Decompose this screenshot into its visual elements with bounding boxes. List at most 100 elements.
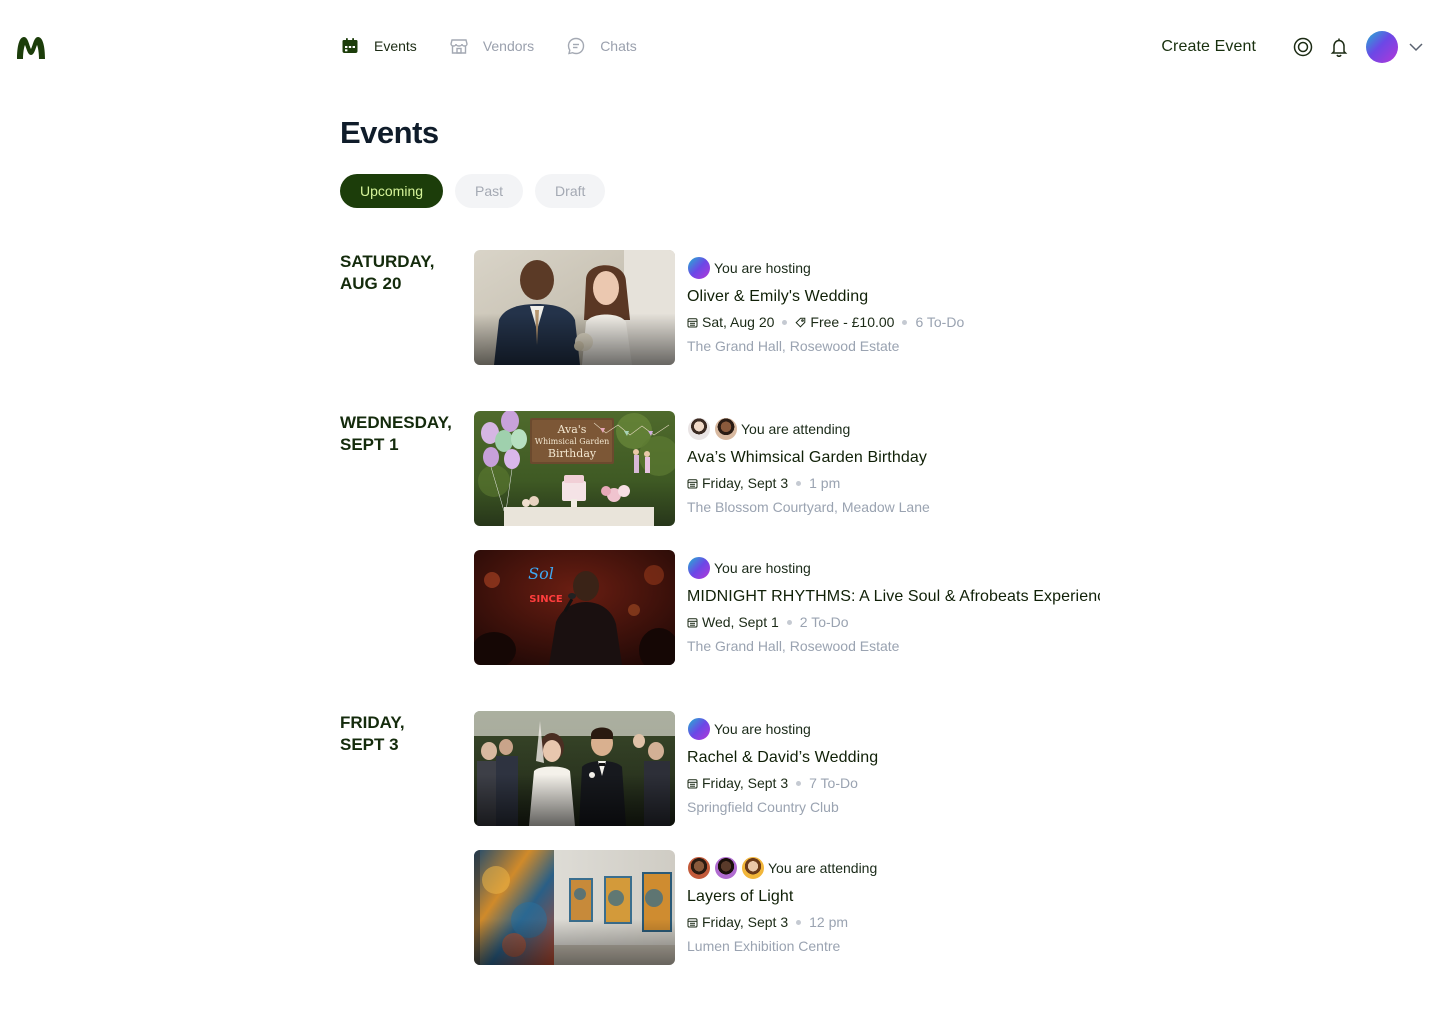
settings-icon[interactable]	[1292, 36, 1314, 58]
calendar-small-icon	[687, 317, 698, 327]
date-group-label: SATURDAY, AUG 20	[340, 251, 470, 295]
role-label: You are hosting	[714, 560, 811, 576]
nav-item-chats[interactable]: Chats	[566, 36, 637, 56]
attendee-avatar	[714, 856, 738, 880]
tag-icon	[795, 317, 806, 328]
event-image[interactable]: Ava's Whimsical Garden Birthday	[474, 411, 675, 526]
event-info: You are attending Layers of Light Friday…	[687, 856, 1117, 954]
store-icon	[450, 39, 468, 54]
attendee-avatar	[741, 856, 765, 880]
event-todo: 6 To-Do	[915, 314, 965, 330]
garden-birthday-image: Ava's Whimsical Garden Birthday	[474, 411, 675, 526]
event-date: Friday, Sept 3	[702, 775, 789, 791]
event-tabs: Upcoming Past Draft	[340, 174, 606, 208]
nav-item-events[interactable]: Events	[340, 36, 417, 56]
separator-dot	[796, 919, 802, 925]
event-venue: Springfield Country Club	[687, 799, 839, 815]
date-group-label: FRIDAY, SEPT 3	[340, 712, 470, 756]
date-weekday: SATURDAY,	[340, 252, 435, 271]
separator-dot	[786, 619, 792, 625]
nav-chats-label: Chats	[600, 38, 637, 54]
event-title[interactable]: Ava’s Whimsical Garden Birthday	[687, 449, 1117, 467]
event-date: Friday, Sept 3	[702, 914, 789, 930]
sign-line-2: Whimsical Garden	[535, 437, 610, 446]
chat-icon	[567, 37, 585, 55]
event-venue: The Grand Hall, Rosewood Estate	[687, 638, 900, 654]
date-day: AUG 20	[340, 274, 402, 293]
event-title[interactable]: Layers of Light	[687, 888, 1117, 906]
date-day: SEPT 1	[340, 435, 399, 454]
tab-upcoming[interactable]: Upcoming	[340, 174, 444, 208]
host-avatar	[687, 717, 711, 741]
calendar-small-icon	[687, 778, 698, 788]
event-meta: Friday, Sept 3 1 pm	[687, 475, 1117, 491]
header-actions: Create Event	[1161, 31, 1424, 63]
event-date: Sat, Aug 20	[702, 314, 775, 330]
date-weekday: FRIDAY,	[340, 713, 405, 732]
wedding-celebration-image	[474, 711, 675, 826]
art-exhibition-image	[474, 850, 675, 965]
separator-dot	[782, 319, 788, 325]
chevron-down-icon[interactable]	[1408, 39, 1424, 55]
event-card[interactable]: You are attending Layers of Light Friday…	[474, 850, 1114, 965]
event-date: Friday, Sept 3	[702, 475, 789, 491]
event-todo: 2 To-Do	[799, 614, 849, 630]
calendar-small-icon	[687, 617, 698, 627]
role-label: You are hosting	[714, 721, 811, 737]
event-meta: Wed, Sept 1 2 To-Do	[687, 614, 1117, 630]
event-time: 1 pm	[809, 475, 841, 491]
date-weekday: WEDNESDAY,	[340, 413, 452, 432]
calendar-small-icon	[687, 478, 698, 488]
event-card[interactable]: Ava's Whimsical Garden Birthday You are …	[474, 411, 1114, 526]
event-meta: Sat, Aug 20 Free - £10.00 6 To-Do	[687, 314, 1117, 330]
event-image[interactable]	[474, 850, 675, 965]
wedding-photo-image	[474, 250, 675, 365]
separator-dot	[796, 480, 802, 486]
role-row: You are hosting	[687, 256, 1117, 280]
event-image[interactable]: Sol SINCE	[474, 550, 675, 665]
event-card[interactable]: You are hosting Oliver & Emily's Wedding…	[474, 250, 1114, 365]
bell-icon[interactable]	[1328, 36, 1350, 58]
event-title[interactable]: MIDNIGHT RHYTHMS: A Live Soul & Afrobeat…	[687, 588, 1100, 606]
attendee-avatar	[714, 417, 738, 441]
separator-dot	[796, 780, 802, 786]
event-venue: Lumen Exhibition Centre	[687, 938, 841, 954]
user-avatar[interactable]	[1366, 31, 1398, 63]
event-card[interactable]: You are hosting Rachel & David’s Wedding…	[474, 711, 1114, 826]
event-image[interactable]	[474, 250, 675, 365]
nav-vendors-label: Vendors	[482, 38, 535, 54]
create-event-button[interactable]: Create Event	[1161, 38, 1256, 56]
event-price: Free - £10.00	[810, 314, 895, 330]
role-label: You are attending	[741, 421, 851, 437]
event-todo: 7 To-Do	[809, 775, 858, 791]
event-meta: Friday, Sept 3 12 pm	[687, 914, 1117, 930]
brand-logo-icon[interactable]	[15, 33, 47, 61]
event-time: 12 pm	[809, 914, 849, 930]
attendee-avatar	[687, 856, 711, 880]
calendar-small-icon	[687, 917, 698, 927]
sign-line-1: Ava's	[557, 423, 587, 436]
role-row: You are hosting	[687, 717, 1117, 741]
role-row: You are attending	[687, 417, 1117, 441]
separator-dot	[902, 319, 908, 325]
event-info: You are attending Ava’s Whimsical Garden…	[687, 417, 1117, 515]
event-card[interactable]: Sol SINCE You are hosting MIDNIGHT RHYTH…	[474, 550, 1114, 665]
host-avatar	[687, 556, 711, 580]
event-info: You are hosting Oliver & Emily's Wedding…	[687, 256, 1117, 354]
date-group-label: WEDNESDAY, SEPT 1	[340, 412, 470, 456]
tab-draft[interactable]: Draft	[535, 174, 606, 208]
attendee-avatar	[687, 417, 711, 441]
page-title: Events	[340, 115, 439, 150]
event-title[interactable]: Oliver & Emily's Wedding	[687, 288, 1117, 306]
nav-events-label: Events	[374, 38, 417, 54]
role-label: You are attending	[768, 860, 878, 876]
calendar-icon	[342, 38, 358, 53]
tab-past[interactable]: Past	[455, 174, 524, 208]
event-title[interactable]: Rachel & David’s Wedding	[687, 749, 1117, 767]
event-info: You are hosting Rachel & David’s Wedding…	[687, 717, 1117, 815]
event-info: You are hosting MIDNIGHT RHYTHMS: A Live…	[687, 556, 1117, 654]
date-day: SEPT 3	[340, 735, 399, 754]
event-image[interactable]	[474, 711, 675, 826]
nav-item-vendors[interactable]: Vendors	[449, 36, 534, 56]
svg-text:Sol: Sol	[528, 564, 554, 583]
